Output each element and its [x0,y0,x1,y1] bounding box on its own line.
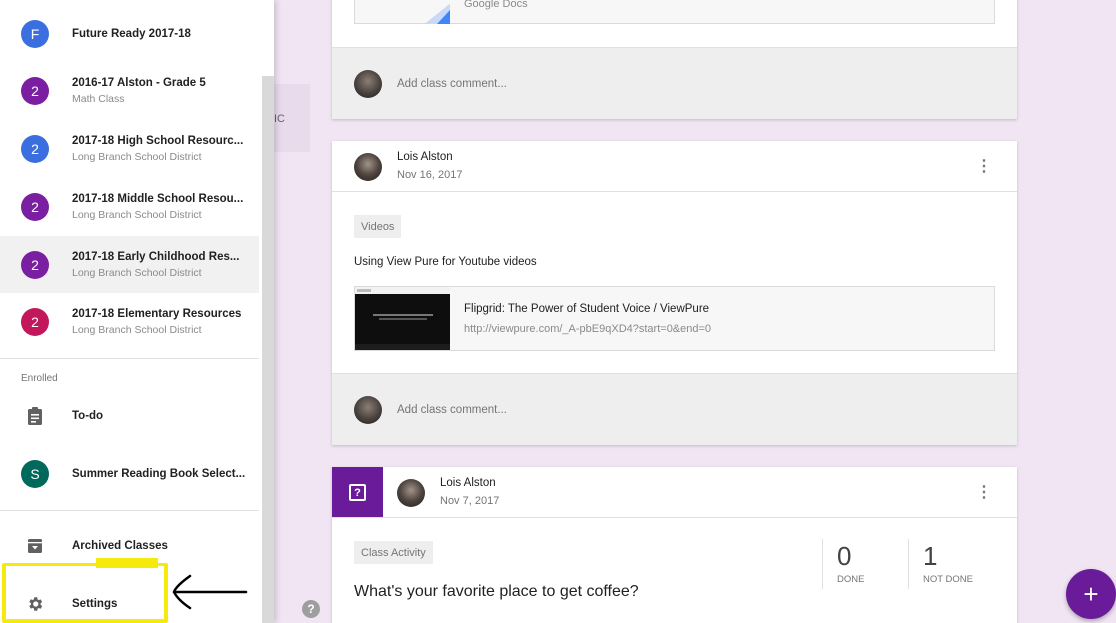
create-fab-button[interactable]: + [1066,569,1116,619]
class-title: 2017-18 High School Resourc... [72,134,244,147]
more-options-icon[interactable]: ⋮ [974,156,994,176]
author-avatar [354,153,382,181]
user-avatar [354,70,382,98]
stream-card-top: Google Docs Add class comment... [332,0,1017,119]
not-done-stat[interactable]: 1 NOT DONE [923,541,973,585]
drawer-divider [0,510,259,511]
class-subtitle: Long Branch School District [72,208,202,221]
google-docs-thumbnail [425,4,450,24]
class-avatar: S [21,459,49,488]
not-done-label: NOT DONE [923,574,973,585]
class-title: 2017-18 Elementary Resources [72,307,242,320]
link-url[interactable]: http://viewpure.com/_A-pbE9qXD4?start=0&… [464,323,711,335]
navigation-drawer: F Future Ready 2017-18 2 2016-17 Alston … [0,0,274,623]
author-avatar [397,479,425,507]
class-subtitle: Long Branch School District [72,150,202,163]
drawer-class-item[interactable]: 2 2016-17 Alston - Grade 5 Math Class [0,62,259,119]
class-avatar: 2 [21,250,49,279]
help-icon[interactable]: ? [302,600,320,618]
highlight-scribble [96,558,158,568]
archive-icon [24,535,46,557]
done-stat[interactable]: 0 DONE [837,541,864,585]
class-subtitle: Math Class [72,92,125,105]
not-done-count: 1 [923,541,938,571]
attachment-source: Google Docs [464,0,528,10]
drawer-class-item[interactable]: 2 2017-18 High School Resourc... Long Br… [0,120,259,177]
stream-card-post: Lois Alston Nov 16, 2017 ⋮ Videos Using … [332,141,1017,445]
post-text: Using View Pure for Youtube videos [354,256,537,268]
class-avatar: F [21,19,49,48]
stream-card-question: ? Lois Alston Nov 7, 2017 ⋮ Class Activi… [332,467,1017,623]
card-divider [332,517,1017,518]
drawer-scrollbar[interactable] [262,76,274,623]
link-attachment[interactable]: Flipgrid: The Power of Student Voice / V… [354,286,995,351]
question-author: Lois Alston [440,477,496,489]
more-options-icon[interactable]: ⋮ [974,482,994,502]
drawer-divider [0,358,259,359]
class-avatar: 2 [21,76,49,105]
class-title: 2017-18 Early Childhood Res... [72,250,240,263]
class-avatar: 2 [21,307,49,336]
stats-divider [822,539,823,589]
gear-icon [24,593,46,615]
settings-label: Settings [72,598,118,610]
topic-stub-text: IC [274,113,285,125]
drawer-enrolled-class-item[interactable]: S Summer Reading Book Select... [0,445,259,502]
todo-label: To-do [72,410,104,422]
comment-bar[interactable]: Add class comment... [332,373,1017,445]
drawer-class-item[interactable]: 2 2017-18 Elementary Resources Long Bran… [0,293,259,350]
question-date[interactable]: Nov 7, 2017 [440,495,499,507]
video-thumbnail [355,287,450,350]
comment-placeholder[interactable]: Add class comment... [397,78,507,90]
comment-bar[interactable]: Add class comment... [332,47,1017,119]
post-date[interactable]: Nov 16, 2017 [397,169,462,181]
topic-chip[interactable]: Class Activity [354,541,433,564]
drawer-class-item-selected[interactable]: 2 2017-18 Early Childhood Res... Long Br… [0,236,259,293]
done-label: DONE [837,574,865,585]
done-count: 0 [837,541,852,571]
class-title: Future Ready 2017-18 [72,27,191,40]
drawer-class-item[interactable]: F Future Ready 2017-18 [0,5,259,62]
attachment-google-docs[interactable]: Google Docs [354,0,995,24]
class-subtitle: Long Branch School District [72,266,202,279]
post-author: Lois Alston [397,151,453,163]
archived-classes-label: Archived Classes [72,540,168,552]
drawer-class-item[interactable]: 2 2017-18 Middle School Resou... Long Br… [0,178,259,235]
class-subtitle: Long Branch School District [72,323,202,336]
annotation-arrow-icon [166,572,250,617]
card-divider [332,191,1017,192]
class-avatar: 2 [21,192,49,221]
question-icon: ? [349,484,366,501]
class-avatar: 2 [21,134,49,163]
topic-chip[interactable]: Videos [354,215,402,238]
user-avatar [354,396,382,424]
question-type-badge: ? [332,467,383,518]
enrolled-section-label: Enrolled [21,373,58,384]
question-title[interactable]: What's your favorite place to get coffee… [354,583,639,601]
comment-placeholder[interactable]: Add class comment... [397,404,507,416]
class-title: Summer Reading Book Select... [72,467,246,480]
clipboard-icon [24,405,46,427]
link-title[interactable]: Flipgrid: The Power of Student Voice / V… [464,303,709,315]
class-title: 2016-17 Alston - Grade 5 [72,76,206,89]
stats-divider [908,539,909,589]
class-title: 2017-18 Middle School Resou... [72,192,244,205]
todo-menu-item[interactable]: To-do [0,396,259,436]
